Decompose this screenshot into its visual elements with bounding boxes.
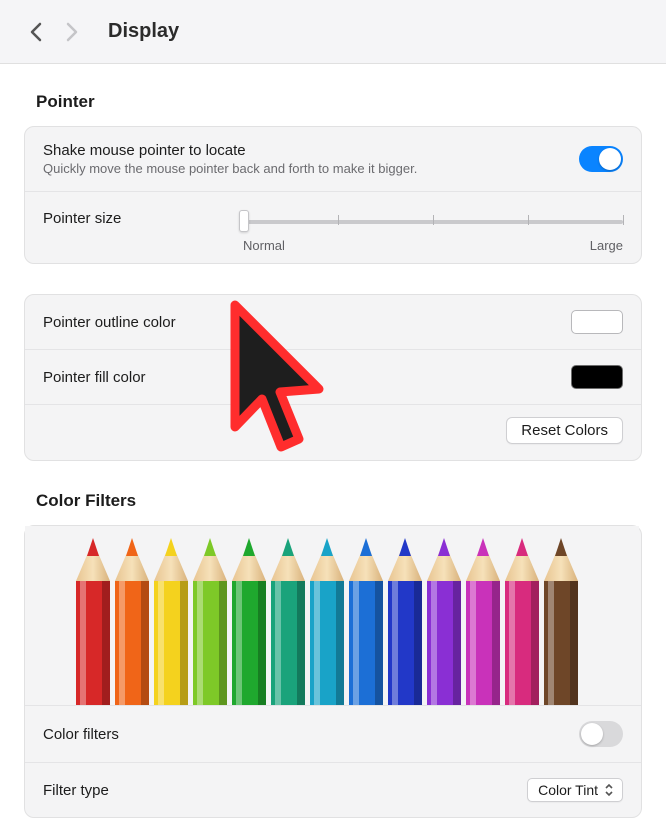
filter-type-value: Color Tint <box>538 782 598 798</box>
pointer-size-thumb[interactable] <box>239 210 249 232</box>
shake-row: Shake mouse pointer to locate Quickly mo… <box>25 127 641 192</box>
shake-sublabel: Quickly move the mouse pointer back and … <box>43 161 579 176</box>
pointer-panel: Shake mouse pointer to locate Quickly mo… <box>24 126 642 264</box>
back-button[interactable] <box>18 14 54 50</box>
pointer-size-slider[interactable] <box>243 206 623 236</box>
color-filters-row: Color filters <box>25 706 641 763</box>
large-pointer-preview <box>215 297 335 481</box>
pointer-size-label: Pointer size <box>43 206 243 227</box>
color-filters-panel: Color filters Filter type Color Tint <box>24 525 642 818</box>
page-title: Display <box>108 20 179 43</box>
reset-colors-button[interactable]: Reset Colors <box>506 417 623 444</box>
filter-type-row: Filter type Color Tint <box>25 763 641 817</box>
toolbar: Display <box>0 0 666 64</box>
pointer-section-title: Pointer <box>36 92 642 112</box>
forward-button[interactable] <box>54 14 90 50</box>
pencils-preview <box>25 526 641 706</box>
outline-color-swatch[interactable] <box>571 310 623 334</box>
pointer-size-min: Normal <box>243 238 285 253</box>
fill-color-swatch[interactable] <box>571 365 623 389</box>
pointer-colors-panel: Pointer outline color Pointer fill color… <box>24 294 642 461</box>
shake-label: Shake mouse pointer to locate <box>43 142 579 159</box>
color-filters-label: Color filters <box>43 726 579 743</box>
color-filters-section-title: Color Filters <box>36 491 642 511</box>
filter-type-popup[interactable]: Color Tint <box>527 778 623 802</box>
color-filters-toggle[interactable] <box>579 721 623 747</box>
pointer-size-max: Large <box>590 238 623 253</box>
pointer-size-row: Pointer size Normal Large <box>25 192 641 263</box>
shake-toggle[interactable] <box>579 146 623 172</box>
content: Pointer Shake mouse pointer to locate Qu… <box>0 64 666 818</box>
chevron-up-down-icon <box>604 781 618 799</box>
filter-type-label: Filter type <box>43 782 527 799</box>
